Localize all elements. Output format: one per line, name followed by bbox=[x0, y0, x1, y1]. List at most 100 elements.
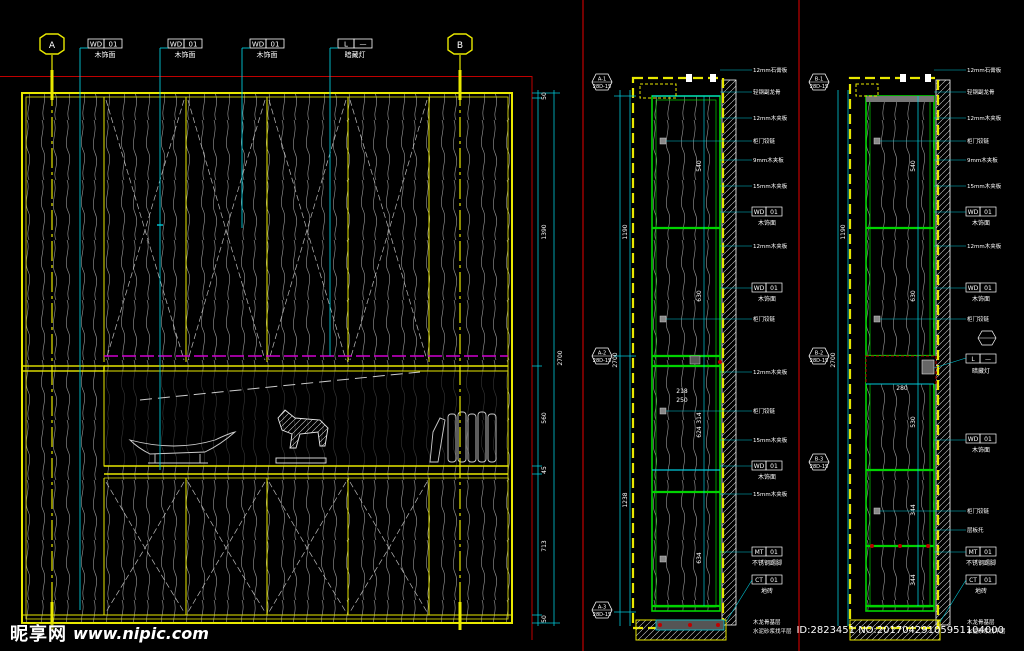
watermark-logo: 昵享网 bbox=[10, 624, 67, 645]
svg-text:28D-15: 28D-15 bbox=[810, 464, 828, 470]
svg-text:WD: WD bbox=[170, 41, 182, 49]
svg-text:1390: 1390 bbox=[541, 224, 548, 239]
svg-text:15mm木夹板: 15mm木夹板 bbox=[753, 436, 788, 444]
svg-text:A-1: A-1 bbox=[598, 77, 606, 83]
svg-text:9mm木夹板: 9mm木夹板 bbox=[753, 156, 784, 164]
svg-text:630: 630 bbox=[696, 290, 703, 302]
svg-text:45: 45 bbox=[541, 466, 548, 474]
svg-text:轻钢副龙骨: 轻钢副龙骨 bbox=[753, 88, 781, 96]
svg-text:轻钢副龙骨: 轻钢副龙骨 bbox=[967, 88, 995, 96]
svg-text:CT: CT bbox=[969, 577, 977, 584]
svg-text:CT: CT bbox=[755, 577, 763, 584]
section-a-notes: 12mm石膏板 轻钢副龙骨 12mm木夹板 柜门铰链 9mm木夹板 15mm木夹… bbox=[753, 66, 788, 498]
svg-text:344: 344 bbox=[910, 574, 917, 586]
svg-text:01: 01 bbox=[189, 41, 198, 49]
svg-text:柜门铰链: 柜门铰链 bbox=[753, 407, 776, 415]
svg-text:L: L bbox=[344, 41, 348, 49]
svg-text:地砖: 地砖 bbox=[761, 587, 773, 595]
marker-b3: B-3 28D-15 bbox=[808, 453, 830, 471]
svg-text:2700: 2700 bbox=[830, 352, 837, 367]
svg-text:木饰面: 木饰面 bbox=[972, 446, 990, 454]
svg-text:不锈钢踢脚: 不锈钢踢脚 bbox=[752, 559, 782, 567]
svg-text:624: 624 bbox=[696, 426, 703, 438]
marker-a3: A-3 28D-15 bbox=[591, 601, 613, 619]
svg-text:280: 280 bbox=[896, 385, 908, 392]
svg-text:WD: WD bbox=[968, 436, 979, 443]
svg-text:WD: WD bbox=[90, 41, 102, 49]
svg-text:12mm石膏板: 12mm石膏板 bbox=[753, 66, 788, 74]
svg-text:630: 630 bbox=[910, 290, 917, 302]
svg-text:柜门铰链: 柜门铰链 bbox=[967, 507, 990, 515]
svg-text:1238: 1238 bbox=[622, 492, 629, 507]
svg-text:B-3: B-3 bbox=[815, 457, 823, 463]
svg-text:314: 314 bbox=[696, 412, 703, 424]
svg-text:B-1: B-1 bbox=[815, 77, 823, 83]
svg-text:9mm木夹板: 9mm木夹板 bbox=[967, 156, 998, 164]
section-b-view: 1190 2700 540 630 280 530 344 344 B-1 28… bbox=[808, 66, 1006, 641]
svg-text:不锈钢踢脚: 不锈钢踢脚 bbox=[966, 559, 996, 567]
svg-text:水泥砂浆找平层: 水泥砂浆找平层 bbox=[753, 627, 792, 635]
svg-text:柜门铰链: 柜门铰链 bbox=[753, 137, 776, 145]
svg-text:15mm木夹板: 15mm木夹板 bbox=[753, 182, 788, 190]
svg-text:层板托: 层板托 bbox=[967, 526, 984, 534]
marker-b2: B-2 28D-15 bbox=[808, 347, 830, 365]
axis-label-b: B bbox=[457, 41, 463, 51]
svg-text:713: 713 bbox=[541, 540, 548, 552]
svg-text:木饰面: 木饰面 bbox=[758, 295, 776, 303]
svg-text:01: 01 bbox=[984, 436, 992, 443]
svg-text:L: L bbox=[971, 356, 975, 363]
svg-text:木饰面: 木饰面 bbox=[972, 219, 990, 227]
svg-text:2700: 2700 bbox=[557, 350, 564, 365]
svg-text:15mm木夹板: 15mm木夹板 bbox=[753, 490, 788, 498]
svg-text:WD: WD bbox=[252, 41, 264, 49]
svg-text:28D-15: 28D-15 bbox=[593, 84, 611, 90]
marker-b1: B-1 28D-15 bbox=[808, 73, 830, 91]
marker-a1: A-1 28D-15 bbox=[591, 73, 613, 91]
svg-text:634: 634 bbox=[696, 552, 703, 564]
svg-text:B-2: B-2 bbox=[815, 351, 823, 357]
svg-text:01: 01 bbox=[271, 41, 280, 49]
svg-text:木龙骨基层: 木龙骨基层 bbox=[753, 618, 781, 626]
axis-label-a: A bbox=[49, 41, 56, 51]
svg-text:1190: 1190 bbox=[622, 224, 629, 239]
svg-text:木饰面: 木饰面 bbox=[95, 50, 116, 59]
section-b-cabinet bbox=[865, 95, 935, 612]
svg-text:01: 01 bbox=[109, 41, 118, 49]
svg-text:地砖: 地砖 bbox=[975, 587, 987, 595]
svg-text:WD: WD bbox=[968, 209, 979, 216]
svg-text:12mm木夹板: 12mm木夹板 bbox=[967, 242, 1002, 250]
svg-text:A-2: A-2 bbox=[598, 351, 606, 357]
svg-text:28D-15: 28D-15 bbox=[593, 358, 611, 364]
svg-text:218: 218 bbox=[676, 388, 688, 395]
svg-text:01: 01 bbox=[770, 577, 778, 584]
svg-text:530: 530 bbox=[910, 416, 917, 428]
svg-text:12mm木夹板: 12mm木夹板 bbox=[753, 368, 788, 376]
svg-text:50: 50 bbox=[541, 615, 548, 623]
svg-text:01: 01 bbox=[984, 549, 992, 556]
svg-text:01: 01 bbox=[984, 285, 992, 292]
svg-text:木饰面: 木饰面 bbox=[175, 50, 196, 59]
svg-text:WD: WD bbox=[968, 285, 979, 292]
section-a-view: 1190 2700 1238 540 630 314 624 634 218 2… bbox=[591, 66, 792, 641]
axis-bubble-b: B bbox=[447, 33, 473, 55]
watermark: 昵享网 www.nipic.com bbox=[10, 620, 209, 646]
svg-text:01: 01 bbox=[770, 463, 778, 470]
svg-text:WD: WD bbox=[754, 463, 765, 470]
svg-text:木饰面: 木饰面 bbox=[972, 295, 990, 303]
svg-text:01: 01 bbox=[984, 209, 992, 216]
svg-text:柜门铰链: 柜门铰链 bbox=[967, 137, 990, 145]
svg-text:540: 540 bbox=[910, 160, 917, 172]
svg-text:560: 560 bbox=[541, 412, 548, 424]
svg-text:—: — bbox=[985, 356, 991, 363]
svg-text:MT: MT bbox=[969, 549, 978, 556]
svg-text:木饰面: 木饰面 bbox=[257, 50, 278, 59]
cad-drawing: A B WD 01 木饰面 WD 01 木饰面 WD 01 木饰面 L — 暗藏… bbox=[0, 0, 1006, 651]
svg-text:12mm木夹板: 12mm木夹板 bbox=[967, 114, 1002, 122]
elevation-dim-text: 50 1390 2700 560 45 713 50 bbox=[541, 92, 564, 623]
svg-text:28D-15: 28D-15 bbox=[810, 358, 828, 364]
svg-text:暗藏灯: 暗藏灯 bbox=[972, 367, 990, 375]
svg-text:1190: 1190 bbox=[840, 224, 847, 239]
watermark-id: ID:2823451 NO:20170429105951104000 bbox=[796, 625, 1004, 636]
svg-text:01: 01 bbox=[770, 209, 778, 216]
section-a-cabinet bbox=[651, 95, 721, 612]
